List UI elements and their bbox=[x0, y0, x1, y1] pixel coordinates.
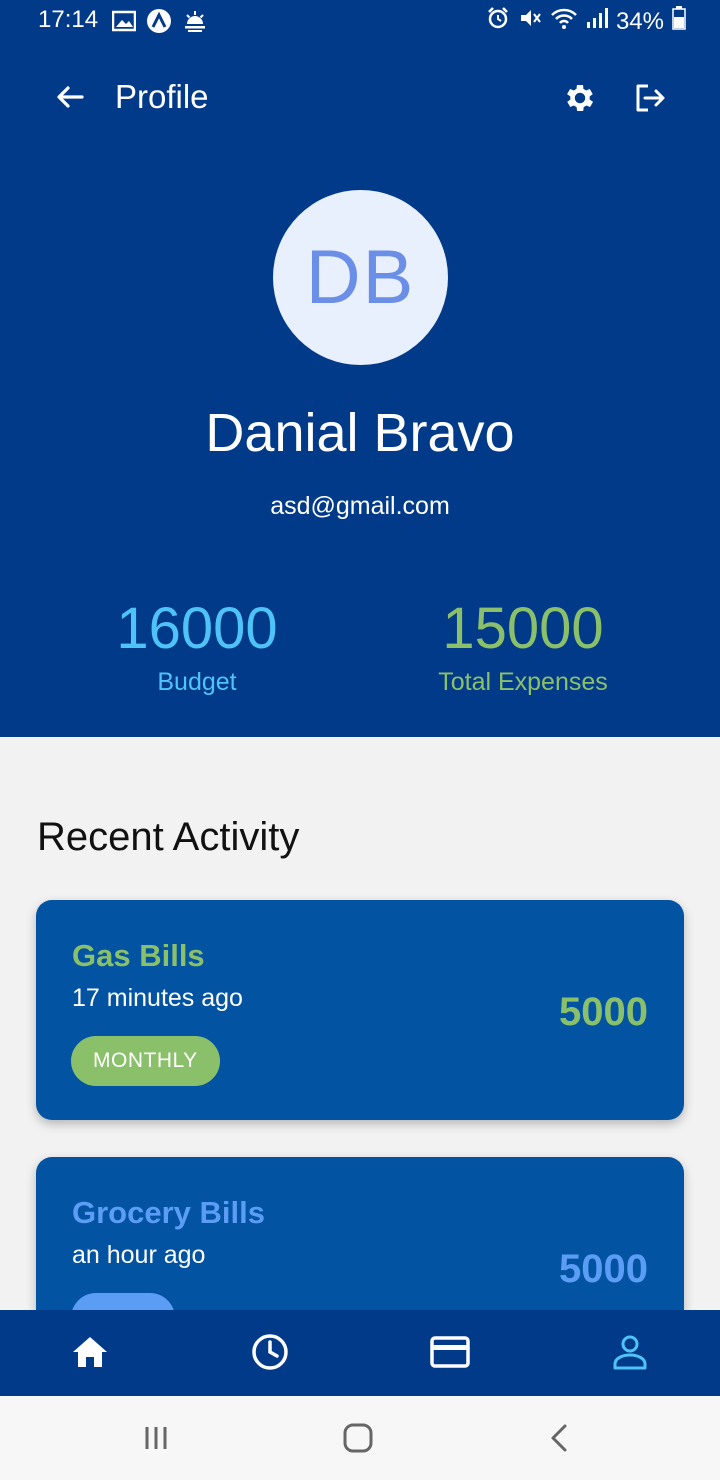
activity-amount: 5000 bbox=[559, 1247, 648, 1291]
clock-icon[interactable] bbox=[250, 1332, 290, 1372]
back-button-icon[interactable] bbox=[540, 1420, 580, 1456]
budget-value: 16000 bbox=[116, 596, 278, 661]
battery-percent: 34% bbox=[615, 7, 664, 35]
status-bar: 17:14 34% bbox=[0, 0, 720, 44]
person-icon[interactable] bbox=[610, 1332, 650, 1372]
avatar-initials: DB bbox=[305, 235, 416, 320]
expenses-label: Total Expenses bbox=[438, 668, 608, 696]
activity-card[interactable]: Gas Bills 17 minutes ago 5000 MONTHLY bbox=[36, 900, 684, 1120]
budget-label: Budget bbox=[157, 668, 237, 696]
frequency-badge: MONTHLY bbox=[71, 1036, 220, 1086]
section-title: Recent Activity bbox=[37, 815, 300, 859]
home-button-icon[interactable] bbox=[338, 1420, 378, 1456]
home-icon[interactable] bbox=[70, 1332, 110, 1372]
user-name: Danial Bravo bbox=[205, 403, 515, 463]
recent-apps-icon[interactable] bbox=[136, 1420, 176, 1456]
profile-header: 17:14 34% Profile DB Danial Bravo asd@gm… bbox=[0, 0, 720, 737]
credit-card-icon[interactable] bbox=[430, 1332, 470, 1372]
bottom-navigation bbox=[0, 1310, 720, 1396]
gear-icon[interactable] bbox=[562, 80, 598, 116]
budget-stat: 16000 Budget bbox=[32, 598, 362, 697]
activity-time: 17 minutes ago bbox=[72, 984, 243, 1012]
app-a-icon bbox=[146, 8, 172, 41]
activity-time: an hour ago bbox=[72, 1241, 206, 1269]
logout-icon[interactable] bbox=[632, 80, 668, 116]
system-navigation-bar bbox=[0, 1396, 720, 1480]
user-email: asd@gmail.com bbox=[270, 492, 450, 520]
activity-amount: 5000 bbox=[559, 990, 648, 1034]
activity-title: Gas Bills bbox=[72, 938, 205, 973]
battery-icon bbox=[672, 6, 686, 37]
back-arrow-icon[interactable] bbox=[52, 78, 90, 116]
image-icon bbox=[111, 10, 137, 39]
activity-title: Grocery Bills bbox=[72, 1195, 265, 1230]
signal-icon bbox=[586, 7, 608, 36]
expenses-value: 15000 bbox=[442, 596, 604, 661]
avatar: DB bbox=[273, 190, 448, 365]
top-app-bar: Profile bbox=[0, 64, 720, 134]
mute-icon bbox=[518, 6, 542, 37]
weather-icon bbox=[182, 9, 208, 40]
status-time: 17:14 bbox=[38, 6, 99, 33]
page-title: Profile bbox=[115, 78, 209, 115]
expenses-stat: 15000 Total Expenses bbox=[358, 598, 688, 697]
wifi-icon bbox=[550, 6, 578, 37]
alarm-icon bbox=[486, 6, 510, 37]
